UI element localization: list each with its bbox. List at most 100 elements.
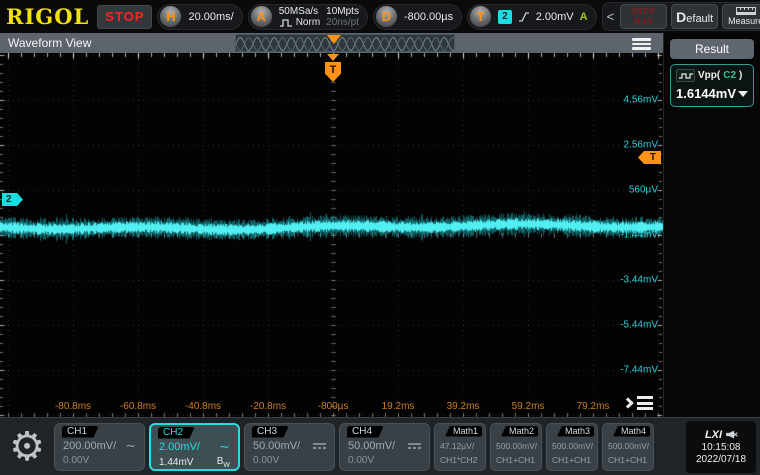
channel-card-ch1[interactable]: CH1 200.00mV/ ∼ 0.00V <box>54 423 145 471</box>
dc-coupling-icon <box>313 442 326 450</box>
math-tab-math2: Math2 <box>501 426 538 437</box>
ac-coupling-icon: ∼ <box>125 442 136 450</box>
default-label: Default <box>676 9 713 25</box>
memory-position-marker[interactable] <box>327 35 341 44</box>
math1-scale: 47.12µV/ <box>440 441 480 451</box>
math-card-math3[interactable]: Math3 500.00mV/ CH1+CH1 <box>546 423 598 471</box>
measurement-source: C2 <box>723 70 736 81</box>
stop-run-button[interactable]: STOP RUN <box>620 4 667 29</box>
memory-depth: 10Mpts <box>326 6 359 17</box>
time-label: -40.8ms <box>185 401 221 412</box>
math-card-math4[interactable]: Math4 500.00mV/ CH1+CH1 <box>602 423 654 471</box>
rigol-logo: RIGOL <box>6 4 89 29</box>
time-label: -800µs <box>318 401 349 412</box>
waveform-view-titlebar: Waveform View <box>0 33 663 53</box>
delay-value: -800.00µs <box>404 11 453 23</box>
trigger-level: 2.00mV <box>536 11 574 23</box>
measure-button[interactable]: Measure <box>722 4 760 29</box>
result-panel: Result Vpp(C2) 1.6144mV <box>663 33 760 417</box>
main-area: Waveform View T 2 T 4.56mV 2.56mV <box>0 33 760 417</box>
measurement-label-close: ) <box>739 70 742 81</box>
math2-scale: 500.00mV/ <box>496 441 536 451</box>
channel-card-ch4[interactable]: CH4 50.00mV/ 0.00V <box>339 423 430 471</box>
math1-expression: CH1*CH2 <box>440 455 480 465</box>
horizontal-settings[interactable]: H 20.00ms/ <box>157 4 242 30</box>
toolbar-prev-arrow[interactable]: < <box>605 9 617 24</box>
voltage-label: 4.56mV <box>624 95 658 106</box>
channel-tab-ch1: CH1 <box>62 426 99 438</box>
time-label: 39.2ms <box>447 401 480 412</box>
ch2-offset: 1.44mV <box>159 457 193 468</box>
ch3-offset: 0.00V <box>253 455 279 466</box>
ch1-scale: 200.00mV/ <box>63 440 116 452</box>
rising-edge-icon <box>518 11 530 23</box>
math3-scale: 500.00mV/ <box>552 441 592 451</box>
ch4-scale: 50.00mV/ <box>348 440 395 452</box>
acquisition-key[interactable]: A <box>250 5 273 28</box>
measurement-card-vpp[interactable]: Vpp(C2) 1.6144mV <box>670 64 754 107</box>
measurement-value: 1.6144mV <box>676 86 736 101</box>
sample-interval: 20ns/pt <box>326 17 359 28</box>
ch1-offset: 0.00V <box>63 455 89 466</box>
sample-rate: 50MSa/s <box>279 6 318 17</box>
math-tab-math1: Math1 <box>445 426 482 437</box>
run-state-indicator[interactable]: STOP <box>97 5 152 29</box>
chevron-right-icon <box>622 397 633 408</box>
delay-key[interactable]: D <box>375 5 398 28</box>
voltage-label: -7.44mV <box>620 365 658 376</box>
trigger-key[interactable]: T <box>469 5 492 28</box>
menu-icon[interactable] <box>632 38 651 50</box>
channel-card-ch3[interactable]: CH3 50.00mV/ 0.00V <box>244 423 335 471</box>
waveform-canvas[interactable] <box>0 53 663 417</box>
chevron-down-icon[interactable] <box>738 91 748 97</box>
time-label: -80.8ms <box>55 401 91 412</box>
bandwidth-limit-badge: BW <box>217 456 230 469</box>
memory-position-strip[interactable] <box>235 34 455 52</box>
math-tab-math3: Math3 <box>557 426 594 437</box>
math-tab-math4: Math4 <box>613 426 650 437</box>
default-button[interactable]: Default <box>671 4 718 29</box>
time-label: 59.2ms <box>512 401 545 412</box>
trigger-settings[interactable]: T 2 2.00mV A <box>467 4 596 30</box>
math4-expression: CH1+CH1 <box>608 455 648 465</box>
ac-coupling-icon: ∼ <box>219 443 230 451</box>
acquisition-settings[interactable]: A 50MSa/s Norm 10Mpts 20ns/pt <box>248 4 368 30</box>
dc-coupling-icon <box>408 442 421 450</box>
math3-expression: CH1+CH1 <box>552 455 592 465</box>
delay-settings[interactable]: D -800.00µs <box>373 4 462 30</box>
voltage-label: -3.44mV <box>620 275 658 286</box>
display-menu-icon[interactable] <box>624 396 653 410</box>
square-wave-icon <box>676 69 695 82</box>
top-bar: RIGOL STOP H 20.00ms/ A 50MSa/s Norm 10M… <box>0 0 760 33</box>
math-card-math1[interactable]: Math1 47.12µV/ CH1*CH2 <box>434 423 486 471</box>
pulse-icon <box>279 18 293 27</box>
ch4-offset: 0.00V <box>348 455 374 466</box>
lxi-label: LXI <box>705 429 722 441</box>
channel-tab-ch4: CH4 <box>347 426 384 438</box>
result-header[interactable]: Result <box>670 39 754 59</box>
bottom-bar: ⚙ CH1 200.00mV/ ∼ 0.00V CH2 2.00mV/ ∼ 1.… <box>0 417 760 475</box>
math2-expression: CH1+CH1 <box>496 455 536 465</box>
horizontal-key[interactable]: H <box>159 5 182 28</box>
acquisition-mode: Norm <box>296 17 320 28</box>
math4-scale: 500.00mV/ <box>608 441 648 451</box>
measure-label: Measure <box>728 16 760 26</box>
channel-card-ch2[interactable]: CH2 2.00mV/ ∼ 1.44mV BW <box>149 423 240 471</box>
time-label: -20.8ms <box>250 401 286 412</box>
math-card-math2[interactable]: Math2 500.00mV/ CH1+CH1 <box>490 423 542 471</box>
clock-time: 10:15:08 <box>702 442 741 453</box>
settings-gear-icon[interactable]: ⚙ <box>4 424 50 470</box>
trigger-source-badge: 2 <box>498 10 512 24</box>
time-label: -60.8ms <box>120 401 156 412</box>
waveform-display[interactable]: T 2 T 4.56mV 2.56mV 560µV -1.44mV -3.44m… <box>0 53 663 417</box>
time-label: 79.2ms <box>577 401 610 412</box>
clock-date: 2022/07/18 <box>696 454 746 465</box>
stop-label: STOP <box>632 7 656 16</box>
horizontal-scale: 20.00ms/ <box>188 11 233 23</box>
voltage-label: 2.56mV <box>624 140 658 151</box>
status-block[interactable]: LXI 10:15:08 2022/07/18 <box>686 421 756 473</box>
voltage-label: 560µV <box>629 185 658 196</box>
time-label: 19.2ms <box>382 401 415 412</box>
run-label: RUN <box>634 17 653 26</box>
speaker-muted-icon <box>726 430 737 440</box>
